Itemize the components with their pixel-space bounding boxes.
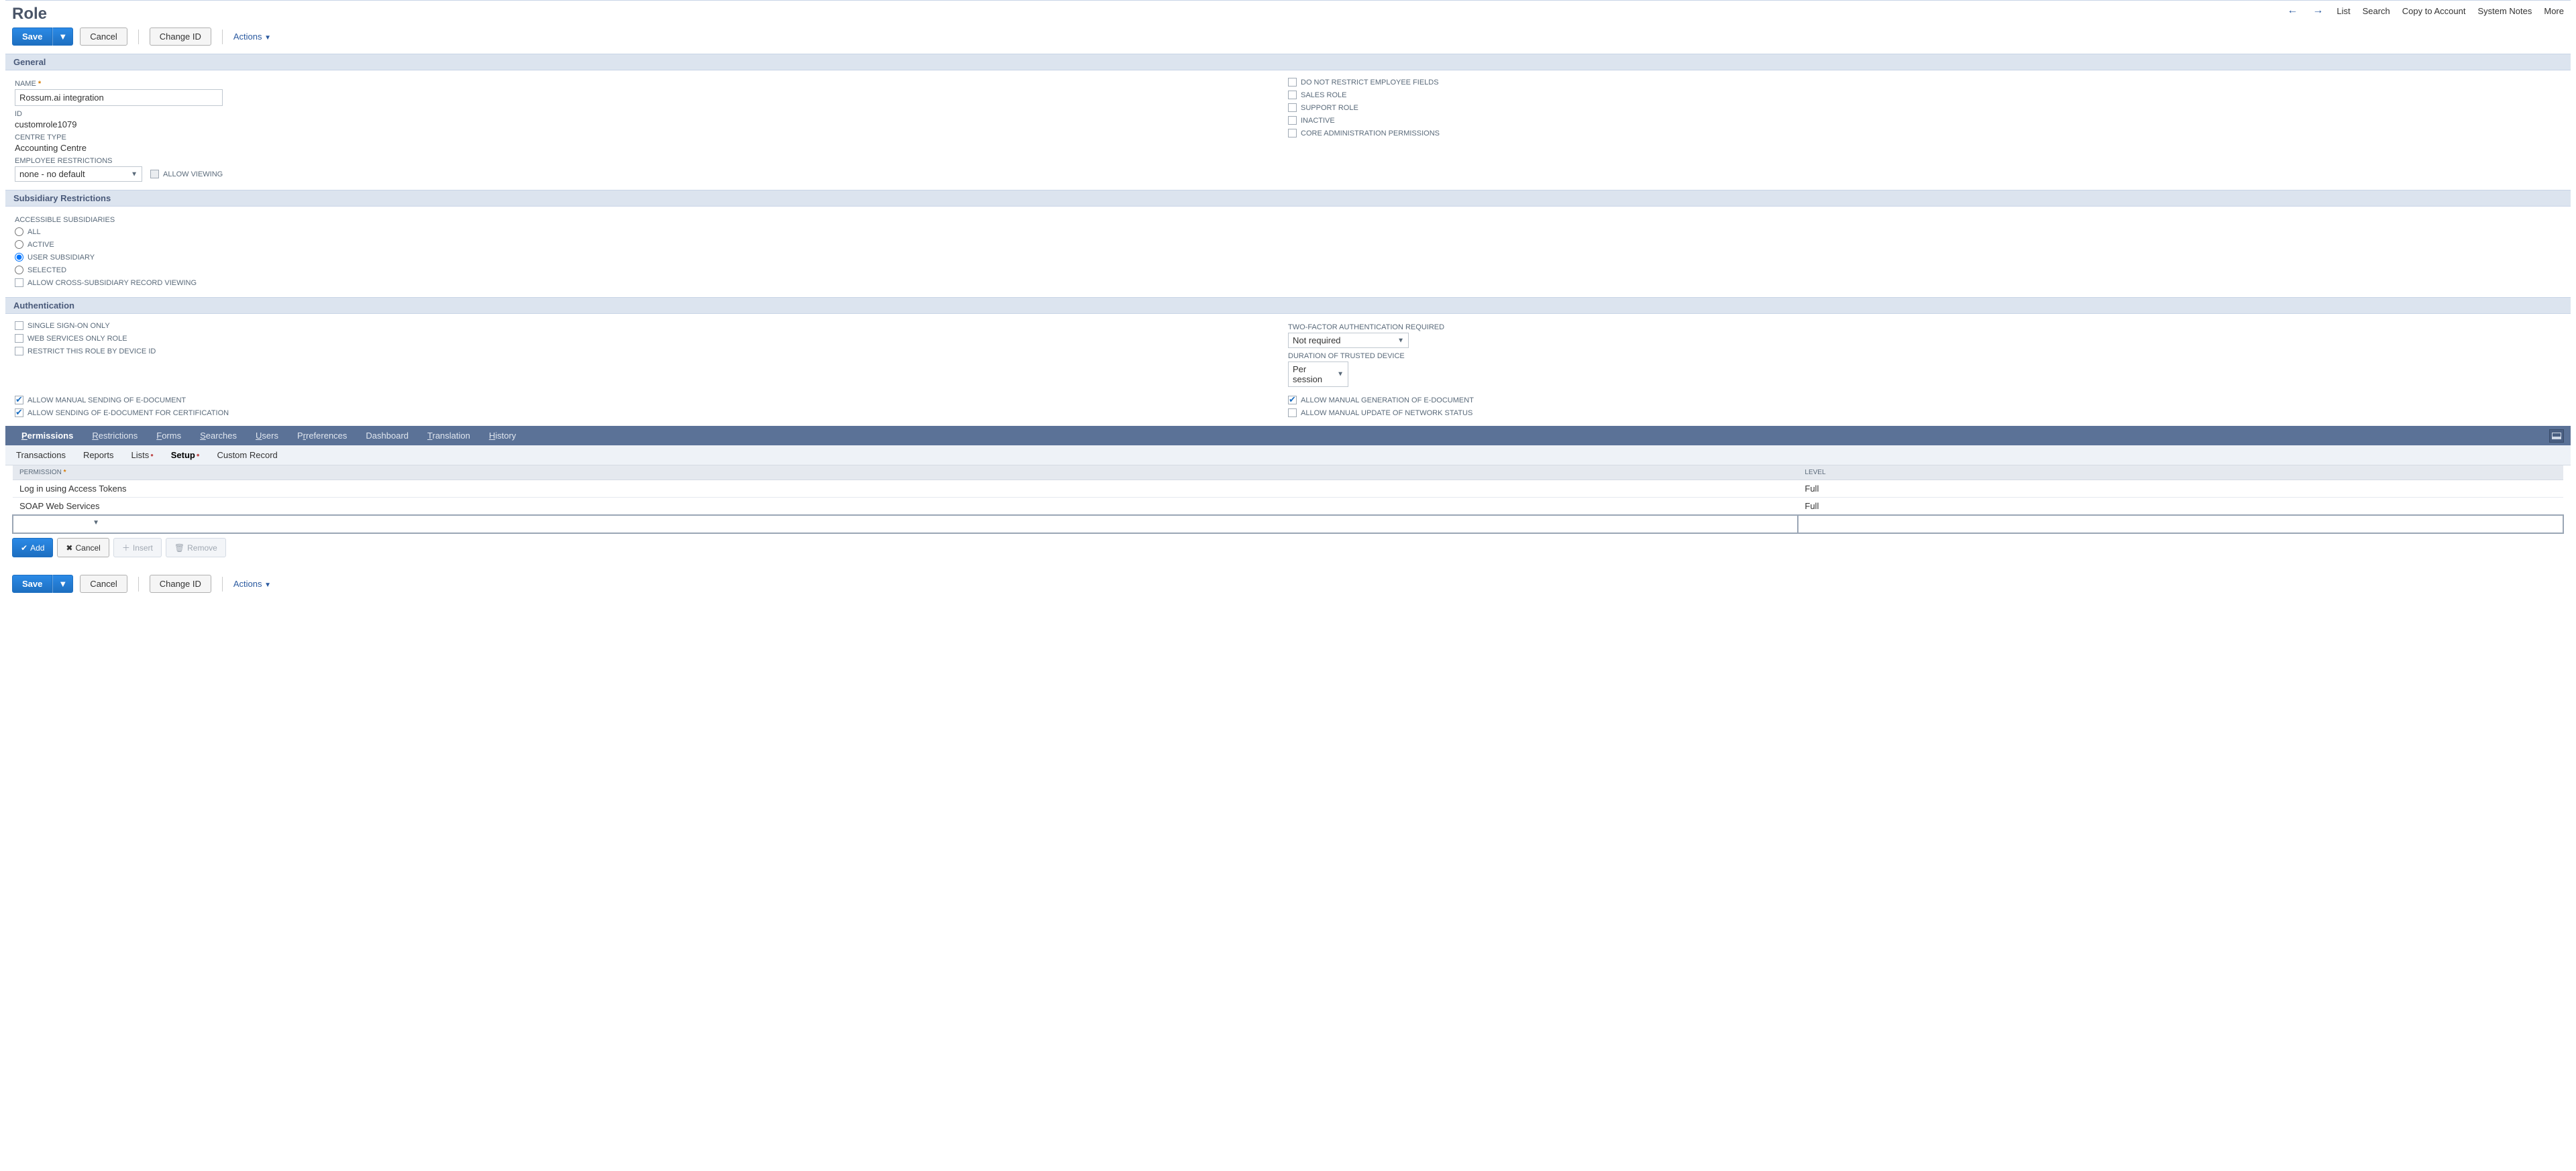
id-label: ID [15,110,1288,118]
add-row-button[interactable]: ✔Add [12,538,53,557]
tab-users[interactable]: Users [246,426,288,445]
centre-type-value: Accounting Centre [15,143,1288,153]
section-general: General [5,54,2571,70]
restrict-device-checkbox[interactable] [15,347,23,355]
trash-icon: 🗑 [174,543,184,553]
subtab-lists[interactable]: Lists• [128,445,156,465]
nav-more[interactable]: More [2544,6,2564,16]
duration-select[interactable]: Per session ▼ [1288,361,1348,387]
chevron-down-icon: ▼ [264,581,271,589]
subtab-custom-record[interactable]: Custom Record [214,445,280,465]
permission-select[interactable]: ▼ [15,517,102,531]
allow-viewing-label: ALLOW VIEWING [163,170,223,178]
accessible-subs-label: ACCESSIBLE SUBSIDIARIES [15,216,1288,224]
save-dropdown-button-bottom[interactable]: ▼ [52,575,73,593]
chevron-down-icon: ▼ [264,34,271,42]
sales-role-checkbox[interactable] [1288,91,1297,99]
ws-only-checkbox[interactable] [15,334,23,343]
allow-gen-edoc-checkbox[interactable] [1288,396,1297,404]
centre-type-label: CENTRE TYPE [15,133,1288,142]
duration-label: DURATION OF TRUSTED DEVICE [1288,352,2561,360]
toolbar-divider [222,577,223,592]
tab-layout-toggle-icon[interactable] [2549,429,2564,443]
table-row[interactable]: SOAP Web Services Full [13,498,2563,516]
insert-row-button: ＋Insert [113,538,162,557]
chevron-down-icon: ▼ [1397,337,1404,344]
name-input[interactable] [15,89,223,106]
tab-translation[interactable]: Translation [418,426,480,445]
subtab-reports[interactable]: Reports [80,445,117,465]
col-permission: PERMISSION * [13,465,1798,480]
check-icon: ✔ [21,543,28,553]
nav-forward-icon[interactable]: → [2311,5,2324,17]
allow-send-edoc-checkbox[interactable] [15,396,23,404]
cancel-button[interactable]: Cancel [80,27,127,46]
permissions-table: PERMISSION * LEVEL Log in using Access T… [12,465,2564,534]
save-dropdown-button[interactable]: ▼ [52,27,73,46]
subs-all-radio[interactable] [15,227,23,236]
cancel-row-button[interactable]: ✖Cancel [57,538,109,557]
tab-restrictions[interactable]: Restrictions [83,426,147,445]
nav-search[interactable]: Search [2363,6,2390,16]
subs-selected-radio[interactable] [15,266,23,274]
chevron-down-icon: ▼ [93,519,99,526]
tab-forms[interactable]: Forms [147,426,191,445]
subs-active-radio[interactable] [15,240,23,249]
actions-menu[interactable]: Actions ▼ [233,32,271,42]
plus-icon: ＋ [122,543,130,553]
remove-row-button: 🗑Remove [166,538,226,557]
tab-searches[interactable]: Searches [191,426,246,445]
nav-list[interactable]: List [2337,6,2350,16]
table-edit-row[interactable]: ▼ [13,515,2563,533]
nav-back-icon[interactable]: ← [2286,5,2299,17]
subtab-transactions[interactable]: Transactions [13,445,68,465]
allow-send-cert-checkbox[interactable] [15,408,23,417]
tab-dashboard[interactable]: Dashboard [356,426,418,445]
col-level: LEVEL [1798,465,2563,480]
tfa-label: TWO-FACTOR AUTHENTICATION REQUIRED [1288,323,2561,331]
inactive-checkbox[interactable] [1288,116,1297,125]
actions-menu-bottom[interactable]: Actions ▼ [233,579,271,589]
nav-copy-to-account[interactable]: Copy to Account [2402,6,2466,16]
toolbar-divider [138,30,139,44]
id-value: customrole1079 [15,119,1288,129]
chevron-down-icon: ▼ [1337,371,1344,378]
tfa-select[interactable]: Not required ▼ [1288,333,1409,348]
page-title: Role [12,5,47,23]
employee-restrictions-select[interactable]: none - no default ▼ [15,166,142,182]
section-auth: Authentication [5,297,2571,314]
employee-restrictions-label: EMPLOYEE RESTRICTIONS [15,157,1288,165]
change-id-button-bottom[interactable]: Change ID [150,575,211,593]
change-id-button[interactable]: Change ID [150,27,211,46]
name-label: NAME * [15,80,1288,88]
support-role-checkbox[interactable] [1288,103,1297,112]
sso-checkbox[interactable] [15,321,23,330]
x-icon: ✖ [66,543,72,553]
tab-history[interactable]: History [480,426,525,445]
cancel-button-bottom[interactable]: Cancel [80,575,127,593]
tab-preferences[interactable]: Prreferences [288,426,356,445]
table-row[interactable]: Log in using Access Tokens Full [13,480,2563,498]
save-button[interactable]: Save [12,27,52,46]
tab-permissions[interactable]: Permissions [12,426,83,445]
section-subsidiary: Subsidiary Restrictions [5,190,2571,207]
chevron-down-icon: ▼ [131,170,138,178]
allow-update-net-checkbox[interactable] [1288,408,1297,417]
save-button-bottom[interactable]: Save [12,575,52,593]
toolbar-divider [222,30,223,44]
core-admin-checkbox[interactable] [1288,129,1297,137]
nav-system-notes[interactable]: System Notes [2477,6,2532,16]
allow-viewing-checkbox[interactable] [150,170,159,178]
no-restrict-emp-checkbox[interactable] [1288,78,1297,87]
subs-user-radio[interactable] [15,253,23,262]
allow-cross-sub-checkbox[interactable] [15,278,23,287]
subtab-setup[interactable]: Setup• [168,445,203,465]
toolbar-divider [138,577,139,592]
